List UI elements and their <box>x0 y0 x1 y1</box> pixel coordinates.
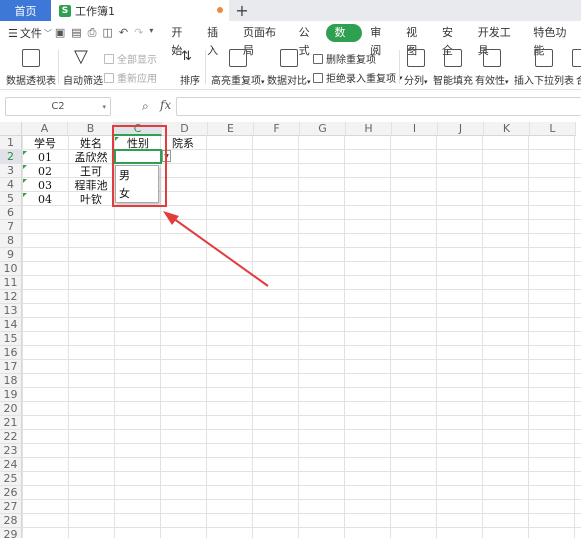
annotation-arrow-icon <box>163 211 269 287</box>
